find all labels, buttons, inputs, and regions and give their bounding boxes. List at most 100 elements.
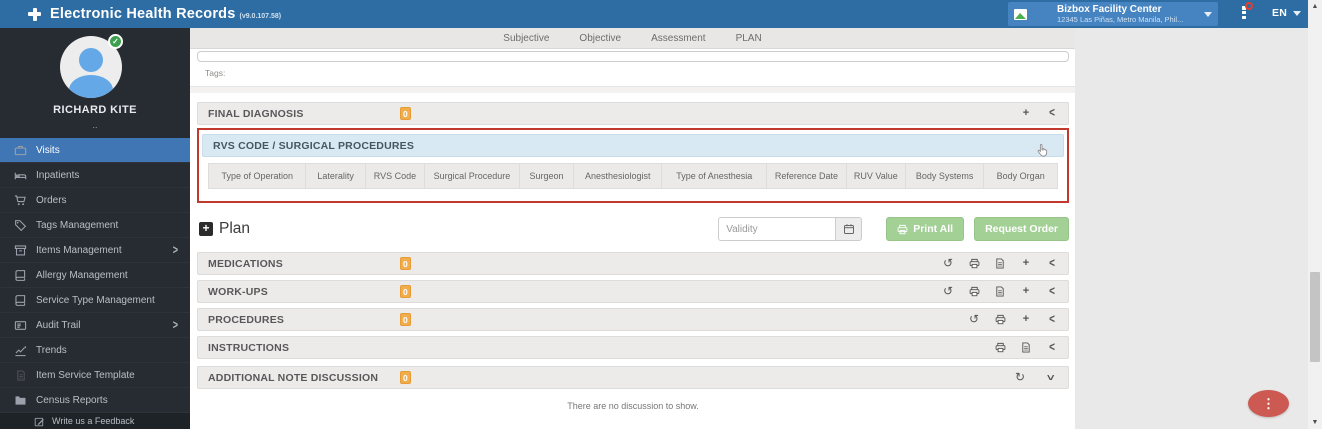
column-header[interactable]: Type of Anesthesia [662, 163, 768, 189]
workups-header[interactable]: WORK-UPS 0 ↺ + < [197, 280, 1069, 303]
sidebar-item-allergy-management[interactable]: Allergy Management [0, 263, 190, 288]
column-header[interactable]: Laterality [306, 163, 366, 189]
plus-icon[interactable]: + [1020, 314, 1032, 326]
section-title: ADDITIONAL NOTE DISCUSSION [208, 371, 379, 384]
count-badge: 0 [400, 285, 411, 298]
facility-selector[interactable]: Bizbox Facility Center 12345 Las Piñas, … [1008, 2, 1218, 26]
print-icon [897, 224, 908, 234]
sidebar-item-visits[interactable]: Visits [0, 138, 190, 163]
final-diagnosis-header[interactable]: FINAL DIAGNOSIS 0 + < [197, 102, 1069, 125]
sidebar-item-trends[interactable]: Trends [0, 338, 190, 363]
sidebar-item-label: Item Service Template [36, 369, 135, 381]
request-order-button[interactable]: Request Order [974, 217, 1069, 241]
sidebar-item-service-type-management[interactable]: Service Type Management [0, 288, 190, 313]
validity-input[interactable] [718, 217, 837, 241]
tab-objective[interactable]: Objective [579, 33, 621, 44]
tag-icon [14, 219, 27, 232]
column-header[interactable]: Type of Operation [208, 163, 307, 189]
column-header[interactable]: Reference Date [767, 163, 847, 189]
column-header[interactable]: RVS Code [365, 163, 426, 189]
chevron-left-icon[interactable]: < [1046, 312, 1058, 326]
rvs-code-header[interactable]: RVS CODE / SURGICAL PROCEDURES [202, 134, 1064, 157]
plus-icon[interactable]: + [1020, 108, 1032, 120]
file-icon[interactable] [994, 258, 1006, 270]
user-subtitle: .. [92, 120, 98, 130]
medications-header[interactable]: MEDICATIONS 0 ↺ + < [197, 252, 1069, 275]
undo-icon[interactable]: ↺ [942, 257, 954, 270]
plus-icon[interactable]: + [1020, 258, 1032, 270]
note-text-input[interactable] [197, 51, 1069, 62]
column-header[interactable]: Surgical Procedure [425, 163, 520, 189]
chevron-down-icon[interactable]: < [1045, 372, 1059, 384]
chevron-right-icon: > [172, 318, 178, 332]
scrollbar-thumb[interactable] [1310, 272, 1320, 362]
chevron-right-icon: > [172, 243, 178, 257]
calendar-button[interactable] [836, 217, 863, 241]
floating-action-button[interactable]: ⋮ [1248, 390, 1289, 417]
bed-icon [14, 169, 27, 182]
folder-icon [14, 394, 27, 407]
scroll-up-arrow[interactable]: ▲ [1308, 0, 1322, 13]
sidebar-item-label: Orders [36, 194, 67, 206]
sidebar-item-inpatients[interactable]: Inpatients [0, 163, 190, 188]
vertical-scrollbar[interactable]: ▲ ▼ [1308, 0, 1322, 429]
count-badge: 0 [400, 313, 411, 326]
column-header[interactable]: Body Organ [984, 163, 1059, 189]
cart-icon [14, 194, 27, 207]
print-icon[interactable] [994, 342, 1006, 354]
count-badge: 0 [400, 257, 411, 270]
chevron-left-icon[interactable]: < [1046, 284, 1058, 298]
sidebar-item-items-management[interactable]: Items Management > [0, 238, 190, 263]
user-name: RICHARD KITE [53, 104, 137, 116]
column-header[interactable]: Surgeon [519, 163, 575, 189]
count-badge: 0 [400, 371, 411, 384]
chevron-left-icon[interactable]: < [1046, 106, 1058, 120]
undo-icon[interactable]: ↺ [942, 285, 954, 298]
column-header[interactable]: RUV Value [846, 163, 906, 189]
tab-plan[interactable]: PLAN [736, 33, 762, 44]
additional-note-discussion-header[interactable]: ADDITIONAL NOTE DISCUSSION 0 ↻ < [197, 366, 1069, 389]
language-selector[interactable]: EN [1272, 7, 1302, 19]
plan-title: Plan [219, 220, 251, 237]
chevron-down-icon [1204, 11, 1212, 17]
sidebar-item-orders[interactable]: Orders [0, 188, 190, 213]
instructions-header[interactable]: INSTRUCTIONS < [197, 336, 1069, 359]
validity-field-group [718, 217, 863, 241]
column-header[interactable]: Anesthesiologist [574, 163, 663, 189]
sidebar-item-write-feedback[interactable]: Write us a Feedback [0, 413, 190, 429]
print-all-button[interactable]: Print All [886, 217, 965, 241]
tab-subjective[interactable]: Subjective [503, 33, 549, 44]
print-icon[interactable] [994, 314, 1006, 326]
sidebar-item-label: Items Management [36, 244, 122, 256]
print-icon[interactable] [968, 258, 980, 270]
sidebar-item-audit-trail[interactable]: Audit Trail > [0, 313, 190, 338]
procedures-header[interactable]: PROCEDURES 0 ↺ + < [197, 308, 1069, 331]
sidebar-item-census-reports[interactable]: Census Reports [0, 388, 190, 413]
print-icon[interactable] [968, 286, 980, 298]
scroll-down-arrow[interactable]: ▼ [1308, 416, 1322, 429]
sidebar-item-item-service-template[interactable]: Item Service Template [0, 363, 190, 388]
sidebar-item-label: Visits [36, 144, 60, 156]
medical-cross-icon [28, 7, 41, 21]
column-header[interactable]: Body Systems [905, 163, 985, 189]
file-icon[interactable] [994, 286, 1006, 298]
plus-square-icon[interactable]: + [199, 222, 213, 236]
book-icon [14, 269, 27, 282]
plus-icon[interactable]: + [1020, 286, 1032, 298]
book-icon [14, 294, 27, 307]
sidebar-item-label: Trends [36, 344, 67, 356]
tab-assessment[interactable]: Assessment [651, 33, 705, 44]
refresh-icon[interactable]: ↻ [1014, 371, 1026, 384]
chevron-left-icon[interactable]: < [1046, 340, 1058, 354]
section-title: FINAL DIAGNOSIS [208, 107, 304, 120]
section-title: PROCEDURES [208, 313, 285, 326]
section-title: INSTRUCTIONS [208, 341, 290, 354]
file-icon[interactable] [1020, 342, 1032, 354]
sidebar-item-label: Allergy Management [36, 269, 128, 281]
chevron-left-icon[interactable]: < [1046, 256, 1058, 270]
user-profile: ✓ RICHARD KITE .. [0, 28, 190, 138]
app-title: Electronic Health Records [50, 6, 236, 22]
sidebar-item-label: Audit Trail [36, 319, 81, 331]
sidebar-item-tags-management[interactable]: Tags Management [0, 213, 190, 238]
undo-icon[interactable]: ↺ [968, 313, 980, 326]
